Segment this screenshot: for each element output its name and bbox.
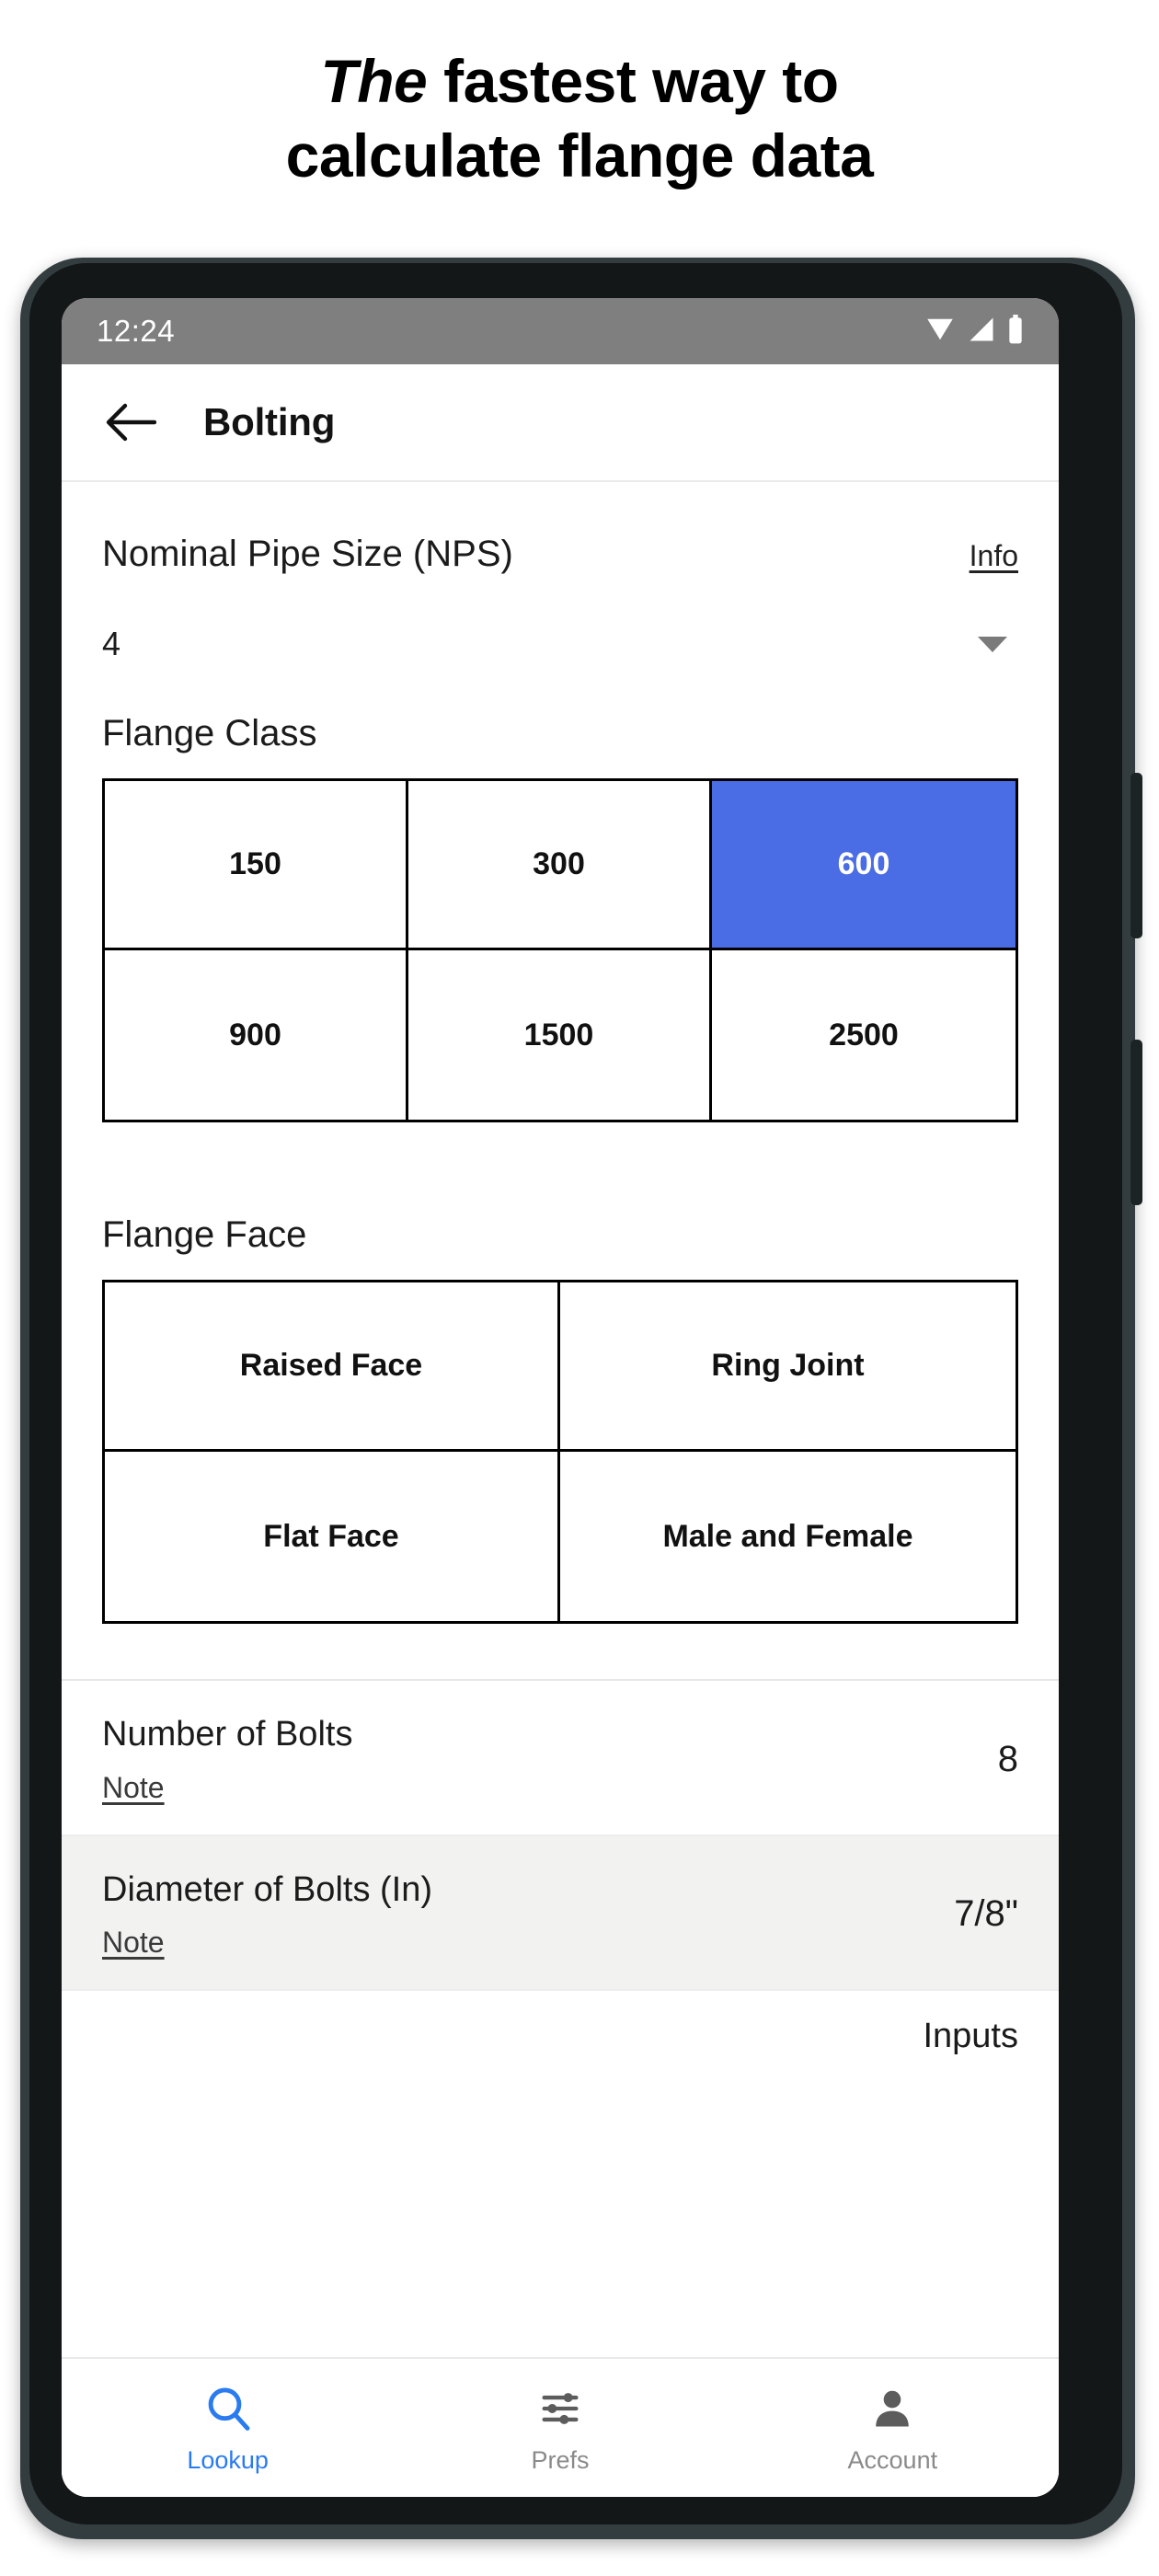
result-value: 7/8" xyxy=(954,1893,1018,1935)
result-label: Number of Bolts xyxy=(102,1715,353,1754)
flange-class-option[interactable]: 2500 xyxy=(712,950,1016,1120)
headline-line2: calculate flange data xyxy=(285,121,874,190)
inputs-section: Nominal Pipe Size (NPS) Info 4 Flange Cl… xyxy=(62,482,1059,1675)
result-note-link[interactable]: Note xyxy=(102,1926,165,1960)
chevron-down-icon xyxy=(978,636,1007,652)
nps-info-link[interactable]: Info xyxy=(970,539,1018,573)
flange-face-label: Flange Face xyxy=(102,1214,307,1255)
nps-label: Nominal Pipe Size (NPS) xyxy=(102,534,513,574)
result-row-text: Number of Bolts Note xyxy=(102,1714,980,1805)
screen-content: Nominal Pipe Size (NPS) Info 4 Flange Cl… xyxy=(62,482,1059,2497)
flange-class-grid: 150 300 600 900 1500 2500 xyxy=(102,778,1018,1122)
flange-face-grid: Raised Face Ring Joint Flat Face Male an… xyxy=(102,1280,1018,1624)
flange-face-option[interactable]: Male and Female xyxy=(560,1452,1016,1621)
nav-item-lookup[interactable]: Lookup xyxy=(62,2382,394,2475)
result-row[interactable]: Diameter of Bolts (In) Note 7/8" xyxy=(62,1835,1059,1992)
back-arrow-icon[interactable] xyxy=(102,394,159,451)
bottom-navigation: Lookup Prefs Account xyxy=(62,2357,1059,2497)
nav-label-account: Account xyxy=(847,2445,938,2474)
phone-power-button[interactable] xyxy=(1130,1040,1142,1205)
nps-selected-value: 4 xyxy=(102,625,121,662)
phone-volume-button[interactable] xyxy=(1130,773,1142,938)
nav-label-prefs: Prefs xyxy=(531,2445,590,2474)
phone-mockup: 12:24 Bolting Nominal Pipe Size (NPS) In… xyxy=(20,258,1142,2539)
app-bar: Bolting xyxy=(62,364,1059,482)
result-row-text: Diameter of Bolts (In) Note xyxy=(102,1869,935,1961)
nav-label-lookup: Lookup xyxy=(187,2445,269,2474)
flange-class-option-selected[interactable]: 600 xyxy=(712,781,1016,950)
person-icon xyxy=(868,2382,916,2435)
nav-item-account[interactable]: Account xyxy=(727,2382,1059,2475)
flange-class-option[interactable]: 150 xyxy=(105,781,408,950)
flange-class-label: Flange Class xyxy=(102,713,317,753)
flange-face-option[interactable]: Flat Face xyxy=(105,1452,560,1621)
nav-item-prefs[interactable]: Prefs xyxy=(394,2382,726,2475)
flange-face-option[interactable]: Ring Joint xyxy=(560,1282,1016,1452)
flange-class-option[interactable]: 1500 xyxy=(408,950,712,1120)
status-clock: 12:24 xyxy=(97,314,176,348)
nps-dropdown[interactable]: 4 xyxy=(102,615,1018,673)
flange-class-option[interactable]: 300 xyxy=(408,781,712,950)
flange-face-option[interactable]: Raised Face xyxy=(105,1282,560,1452)
headline-emphasis: The xyxy=(320,47,428,115)
battery-icon xyxy=(1007,314,1024,349)
phone-screen: 12:24 Bolting Nominal Pipe Size (NPS) In… xyxy=(62,298,1059,2497)
nps-field-header: Nominal Pipe Size (NPS) Info xyxy=(102,482,1018,575)
result-note-link[interactable]: Note xyxy=(102,1771,165,1805)
status-icon-group xyxy=(924,314,1024,349)
result-value: 8 xyxy=(997,1738,1018,1779)
app-bar-title: Bolting xyxy=(203,400,336,443)
headline-rest: fastest way to xyxy=(427,47,839,115)
clipped-result-row: Inputs xyxy=(62,1991,1059,2092)
result-label: Diameter of Bolts (In) xyxy=(102,1869,432,1909)
wifi-icon xyxy=(924,316,956,348)
clipped-row-label: Inputs xyxy=(923,2017,1018,2056)
sliders-icon xyxy=(536,2382,584,2435)
status-bar: 12:24 xyxy=(62,298,1059,364)
page-title: The fastest way to calculate flange data xyxy=(0,44,1159,192)
cell-signal-icon xyxy=(968,316,995,348)
promo-screenshot: The fastest way to calculate flange data… xyxy=(0,0,1159,2576)
search-icon xyxy=(202,2382,254,2435)
flange-class-option[interactable]: 900 xyxy=(105,950,408,1120)
result-row[interactable]: Number of Bolts Note 8 xyxy=(62,1681,1059,1836)
